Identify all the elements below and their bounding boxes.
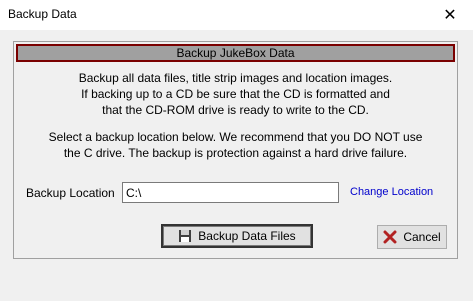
floppy-disk-icon [178, 229, 192, 243]
cancel-button[interactable]: Cancel [377, 225, 447, 249]
info-line: If backing up to a CD be sure that the C… [81, 87, 390, 101]
cancel-button-label: Cancel [403, 230, 441, 244]
info-line: Backup all data files, title strip image… [78, 71, 393, 85]
panel-header: Backup JukeBox Data [16, 44, 455, 62]
red-x-icon [383, 230, 397, 244]
info-paragraph-2: Select a backup location below. We recom… [14, 129, 457, 161]
window-title: Backup Data [8, 7, 77, 21]
backup-panel: Backup JukeBox Data Backup all data file… [13, 41, 458, 259]
title-bar: Backup Data ✕ [0, 0, 473, 30]
backup-location-label: Backup Location [26, 186, 115, 200]
info-line: the C drive. The backup is protection ag… [63, 146, 408, 160]
backup-button-label: Backup Data Files [198, 229, 296, 243]
change-location-link[interactable]: Change Location [350, 186, 433, 198]
info-line: Select a backup location below. We recom… [48, 130, 423, 144]
backup-location-input[interactable] [122, 182, 339, 203]
close-icon: ✕ [443, 7, 457, 24]
info-paragraph-1: Backup all data files, title strip image… [14, 70, 457, 118]
info-line: that the CD-ROM drive is ready to write … [102, 103, 369, 117]
close-button[interactable]: ✕ [427, 0, 473, 30]
backup-data-files-button[interactable]: Backup Data Files [161, 224, 313, 248]
